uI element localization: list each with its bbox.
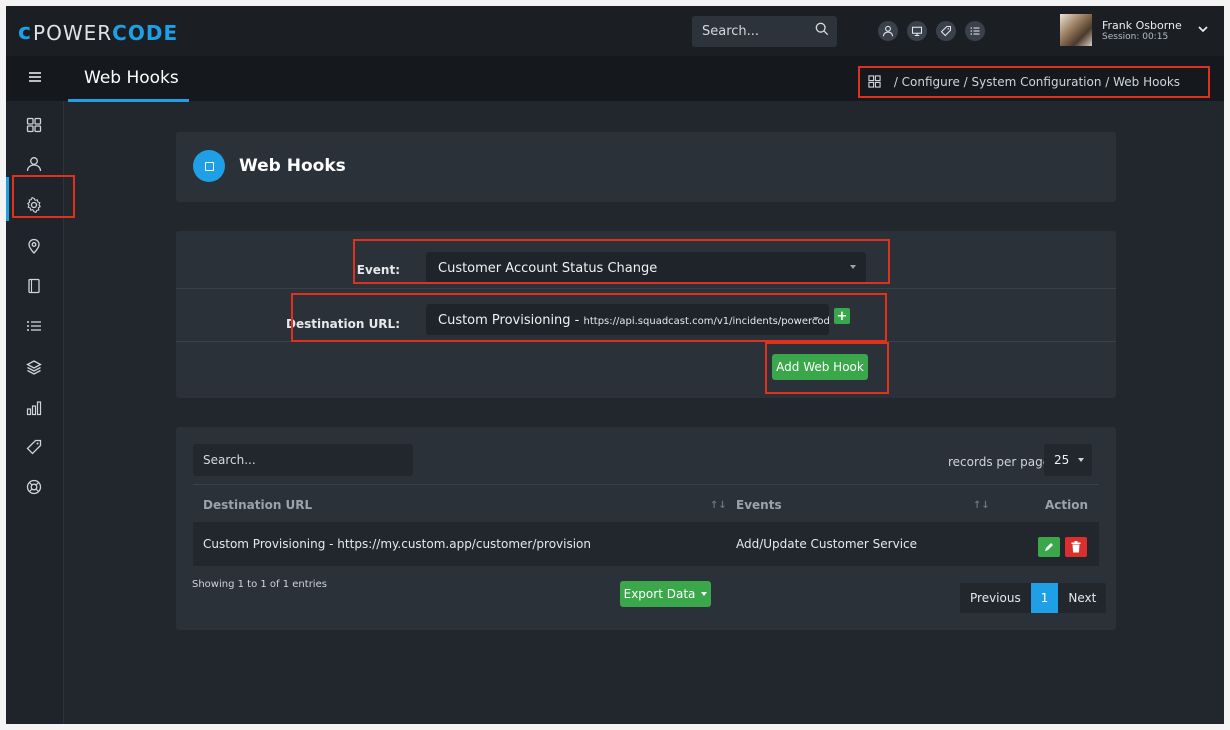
event-highlight-box xyxy=(353,239,890,284)
logo-mark: c xyxy=(18,20,33,45)
column-destination-url[interactable]: Destination URL xyxy=(203,498,312,512)
next-page-button[interactable]: Next xyxy=(1058,583,1106,613)
sidebar-active-indicator xyxy=(6,177,9,221)
dropdown-caret-icon xyxy=(1078,458,1084,462)
support-icon[interactable] xyxy=(26,479,42,495)
records-per-page-value: 25 xyxy=(1054,453,1070,467)
customers-icon[interactable] xyxy=(878,21,898,41)
table-search-placeholder: Search... xyxy=(203,453,256,467)
webhooks-table-card: Search... records per page 25 Destinatio… xyxy=(176,427,1116,630)
powercode-logo[interactable]: c POWER CODE xyxy=(18,20,178,45)
hamburger-menu-icon[interactable] xyxy=(28,70,42,84)
row-destination-url: Custom Provisioning - https://my.custom.… xyxy=(203,537,592,551)
pagination: Previous 1 Next xyxy=(960,583,1107,613)
page-1-button[interactable]: 1 xyxy=(1030,583,1059,613)
tag-icon[interactable] xyxy=(936,21,956,41)
records-per-page-label: records per page xyxy=(948,455,1051,469)
breadcrumb: / Configure / System Configuration / Web… xyxy=(858,66,1210,98)
card-title: Web Hooks xyxy=(239,156,346,176)
user-menu[interactable]: Frank Osborne Session: 00:15 xyxy=(1060,14,1182,46)
form-divider xyxy=(176,288,1116,289)
sort-icon[interactable]: ↑↓ xyxy=(710,500,727,511)
settings-highlight-box xyxy=(12,175,75,218)
search-icon[interactable] xyxy=(815,22,829,36)
breadcrumb-configure[interactable]: Configure xyxy=(902,75,960,89)
entries-info: Showing 1 to 1 of 1 entries xyxy=(192,579,327,590)
trash-icon xyxy=(1071,541,1081,553)
column-events[interactable]: Events xyxy=(736,498,782,512)
checklist-icon[interactable] xyxy=(965,21,985,41)
table-search-input[interactable]: Search... xyxy=(193,444,413,476)
dashboard-icon[interactable] xyxy=(26,117,42,133)
reports-icon[interactable] xyxy=(26,400,42,416)
app-window: c POWER CODE Search... Frank Osborne Ses… xyxy=(6,6,1224,724)
quick-actions xyxy=(878,21,985,41)
top-bar: c POWER CODE Search... Frank Osborne Ses… xyxy=(6,6,1224,56)
list-icon[interactable] xyxy=(26,318,42,334)
logo-text-power: POWER xyxy=(33,20,113,45)
layers-icon[interactable] xyxy=(26,359,42,375)
row-events: Add/Update Customer Service xyxy=(736,537,918,551)
global-search-placeholder: Search... xyxy=(702,24,760,39)
notebook-icon[interactable] xyxy=(26,278,42,294)
export-data-label: Export Data xyxy=(623,587,696,601)
column-action: Action xyxy=(1045,498,1089,512)
monitor-icon[interactable] xyxy=(907,21,927,41)
table-header: Destination URL ↑↓ Events ↑↓ Action xyxy=(193,484,1099,522)
destination-highlight-box xyxy=(291,293,887,342)
active-title-underline xyxy=(68,99,189,102)
table-row[interactable]: Custom Provisioning - https://my.custom.… xyxy=(193,522,1099,566)
breadcrumb-system-configuration[interactable]: System Configuration xyxy=(972,75,1102,89)
delete-button[interactable] xyxy=(1065,537,1087,557)
breadcrumb-separator: / xyxy=(1101,75,1114,89)
tag-icon[interactable] xyxy=(26,439,42,455)
avatar[interactable] xyxy=(1060,14,1092,46)
add-button-highlight-box xyxy=(765,342,889,394)
dashboard-icon[interactable] xyxy=(868,75,881,88)
breadcrumb-web-hooks: Web Hooks xyxy=(1113,75,1181,89)
logo-text-code: CODE xyxy=(112,20,179,45)
breadcrumb-separator: / xyxy=(959,75,972,89)
user-info: Frank Osborne Session: 00:15 xyxy=(1102,19,1182,42)
sort-icon[interactable]: ↑↓ xyxy=(973,500,990,511)
user-name: Frank Osborne xyxy=(1102,18,1182,32)
export-data-button[interactable]: Export Data xyxy=(620,581,711,607)
session-timer: Session: 00:15 xyxy=(1102,31,1169,42)
pencil-icon xyxy=(1045,543,1053,551)
page-title: Web Hooks xyxy=(84,68,179,88)
edit-button[interactable] xyxy=(1038,537,1060,557)
page-heading-card: Web Hooks xyxy=(176,132,1116,202)
webhook-badge-icon xyxy=(193,150,225,182)
customers-icon[interactable] xyxy=(26,156,42,172)
dropdown-caret-icon xyxy=(701,592,708,596)
breadcrumb-separator: / xyxy=(890,75,902,89)
previous-page-button[interactable]: Previous xyxy=(960,583,1031,613)
records-per-page-select[interactable]: 25 xyxy=(1044,444,1092,476)
global-search-input[interactable]: Search... xyxy=(692,16,837,47)
chevron-down-icon[interactable] xyxy=(1198,24,1208,34)
location-icon[interactable] xyxy=(26,238,42,254)
